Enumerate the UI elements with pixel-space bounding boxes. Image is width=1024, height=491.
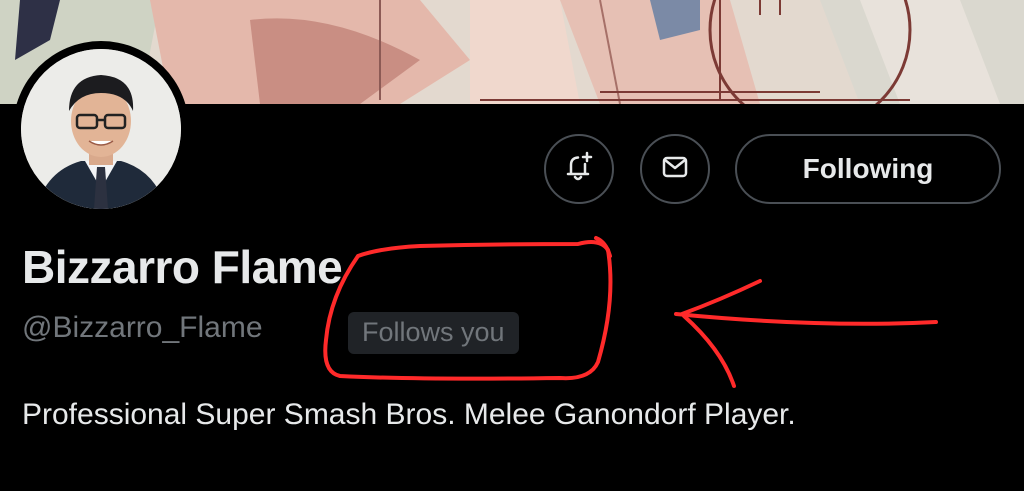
avatar-photo	[21, 49, 181, 209]
following-button[interactable]: Following	[735, 134, 1001, 204]
annotation-arrow-head-lower	[682, 314, 736, 388]
avatar[interactable]	[13, 41, 189, 217]
profile-bio: Professional Super Smash Bros. Melee Gan…	[22, 398, 796, 431]
annotation-circle	[323, 240, 613, 381]
follows-you-badge: Follows you	[348, 312, 519, 354]
message-button[interactable]	[640, 134, 710, 204]
envelope-icon	[659, 151, 691, 188]
display-name: Bizzarro Flame	[22, 241, 343, 293]
annotation-arrow-head-upper	[680, 279, 762, 316]
annotation-circle-tail	[594, 236, 612, 258]
annotation-arrow-shaft	[674, 312, 938, 326]
notify-button[interactable]	[544, 134, 614, 204]
bell-plus-icon	[562, 150, 596, 189]
user-handle: @Bizzarro_Flame	[22, 311, 263, 344]
following-button-label: Following	[802, 153, 934, 184]
